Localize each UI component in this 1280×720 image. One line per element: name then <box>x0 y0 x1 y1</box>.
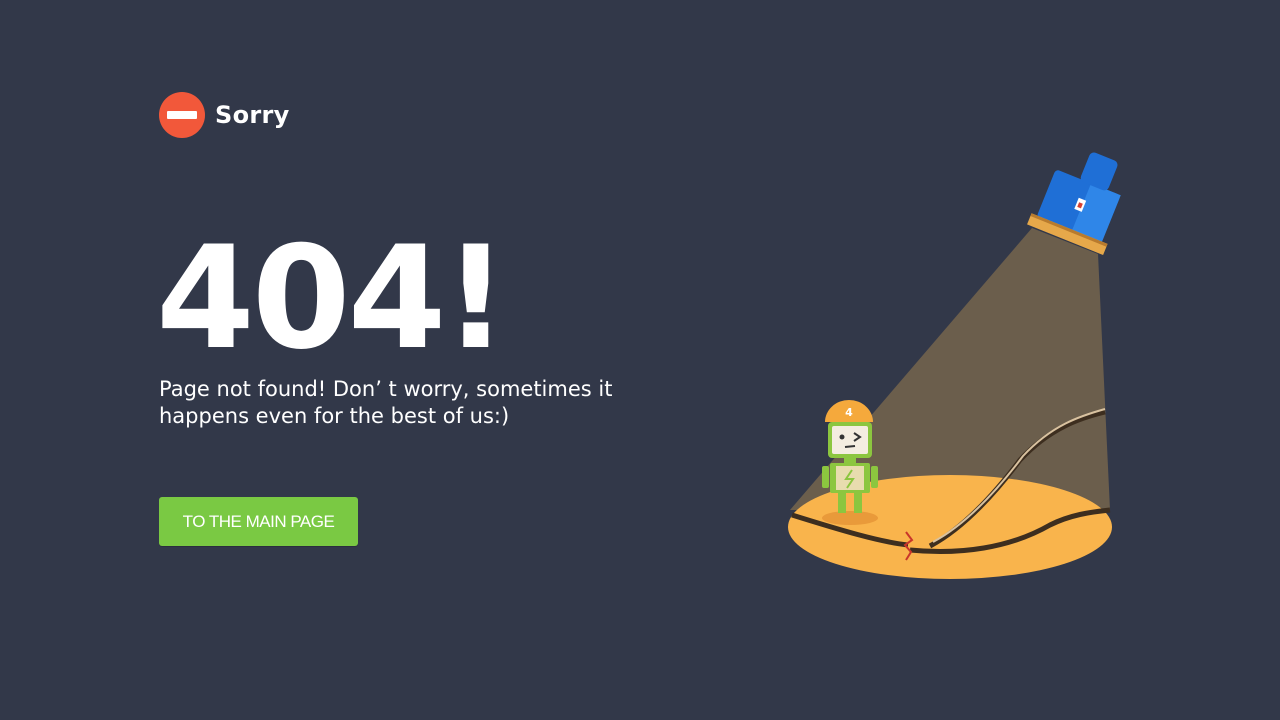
sorry-header: Sorry <box>159 92 290 138</box>
main-page-button[interactable]: TO THE MAIN PAGE <box>159 497 358 546</box>
svg-text:4: 4 <box>845 406 853 419</box>
error-code: 404! <box>156 216 508 381</box>
error-message: Page not found! Don’ t worry, sometimes … <box>159 377 613 428</box>
no-entry-icon <box>159 92 205 138</box>
lost-robot-illustration: 4 <box>788 152 1121 579</box>
sorry-title: Sorry <box>215 101 290 129</box>
error-page: Sorry 404! Page not found! Don’ t worry,… <box>0 0 1280 720</box>
